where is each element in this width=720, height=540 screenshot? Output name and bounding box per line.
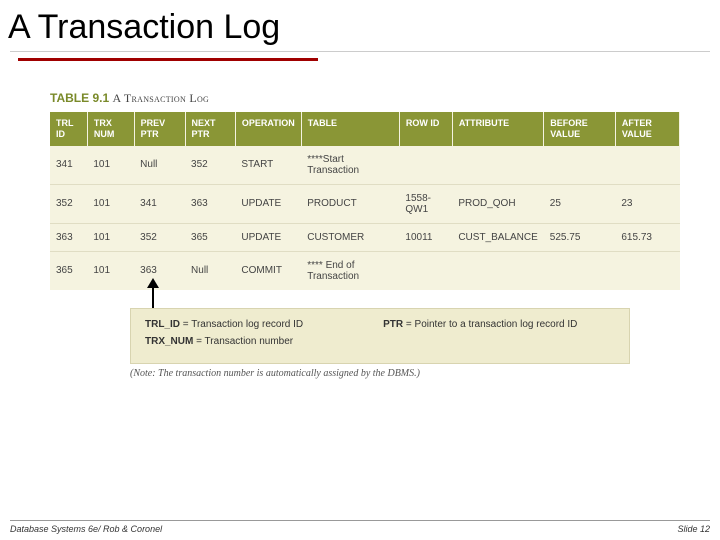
th-next-ptr: NEXT PTR xyxy=(185,112,235,146)
cell: **** End of Transaction xyxy=(301,251,399,290)
th-after: AFTER VALUE xyxy=(615,112,679,146)
cell xyxy=(615,146,679,185)
table-title: A Transaction Log xyxy=(112,91,209,105)
figure-area: TABLE 9.1 A Transaction Log TRL ID TRX N… xyxy=(50,91,680,379)
th-prev-ptr: PREV PTR xyxy=(134,112,185,146)
table-row: 352 101 341 363 UPDATE PRODUCT 1558-QW1 … xyxy=(50,184,680,223)
table-number: TABLE 9.1 xyxy=(50,91,109,105)
legend-box: TRL_ID = Transaction log record ID PTR =… xyxy=(130,308,630,364)
cell: 10011 xyxy=(399,223,452,251)
footer-line xyxy=(10,520,710,521)
cell: UPDATE xyxy=(235,184,301,223)
cell xyxy=(399,146,452,185)
accent-line xyxy=(18,58,318,61)
cell xyxy=(452,146,543,185)
table-caption: TABLE 9.1 A Transaction Log xyxy=(50,91,680,106)
cell: 363 xyxy=(50,223,87,251)
cell: 101 xyxy=(87,146,134,185)
cell: UPDATE xyxy=(235,223,301,251)
cell: START xyxy=(235,146,301,185)
page-title: A Transaction Log xyxy=(0,0,720,51)
cell: CUSTOMER xyxy=(301,223,399,251)
title-underline xyxy=(10,51,710,52)
cell: Null xyxy=(185,251,235,290)
legend-trx-label: TRX_NUM xyxy=(145,336,193,347)
cell: 525.75 xyxy=(544,223,616,251)
legend-trl: TRL_ID = Transaction log record ID xyxy=(145,319,303,330)
cell: PROD_QOH xyxy=(452,184,543,223)
cell: 1558-QW1 xyxy=(399,184,452,223)
table-header-row: TRL ID TRX NUM PREV PTR NEXT PTR OPERATI… xyxy=(50,112,680,146)
cell: 363 xyxy=(185,184,235,223)
th-attribute: ATTRIBUTE xyxy=(452,112,543,146)
cell: 23 xyxy=(615,184,679,223)
legend-trx: TRX_NUM = Transaction number xyxy=(145,336,615,347)
th-row-id: ROW ID xyxy=(399,112,452,146)
th-operation: OPERATION xyxy=(235,112,301,146)
legend-trl-label: TRL_ID xyxy=(145,319,180,330)
cell: ****Start Transaction xyxy=(301,146,399,185)
cell: 25 xyxy=(544,184,616,223)
legend-ptr-label: PTR xyxy=(383,319,403,330)
cell: 101 xyxy=(87,184,134,223)
th-before: BEFORE VALUE xyxy=(544,112,616,146)
cell: 352 xyxy=(50,184,87,223)
cell: Null xyxy=(134,146,185,185)
cell: 101 xyxy=(87,251,134,290)
cell: 615.73 xyxy=(615,223,679,251)
cell: 352 xyxy=(185,146,235,185)
legend-trx-def: = Transaction number xyxy=(193,336,293,347)
legend-ptr: PTR = Pointer to a transaction log recor… xyxy=(383,319,577,330)
cell: COMMIT xyxy=(235,251,301,290)
legend-trl-def: = Transaction log record ID xyxy=(180,319,303,330)
footer: Database Systems 6e/ Rob & Coronel Slide… xyxy=(0,520,720,534)
cell xyxy=(399,251,452,290)
cell xyxy=(544,146,616,185)
legend-ptr-def: = Pointer to a transaction log record ID xyxy=(403,319,577,330)
table-row: 363 101 352 365 UPDATE CUSTOMER 10011 CU… xyxy=(50,223,680,251)
th-table: TABLE xyxy=(301,112,399,146)
cell: 352 xyxy=(134,223,185,251)
cell xyxy=(615,251,679,290)
footer-right: Slide 12 xyxy=(677,524,710,534)
th-trl-id: TRL ID xyxy=(50,112,87,146)
cell: 341 xyxy=(50,146,87,185)
cell: 101 xyxy=(87,223,134,251)
cell: PRODUCT xyxy=(301,184,399,223)
footer-left: Database Systems 6e/ Rob & Coronel xyxy=(10,524,162,534)
cell: 365 xyxy=(185,223,235,251)
transaction-log-table: TRL ID TRX NUM PREV PTR NEXT PTR OPERATI… xyxy=(50,112,680,290)
cell: 365 xyxy=(50,251,87,290)
cell: 341 xyxy=(134,184,185,223)
cell: 363 xyxy=(134,251,185,290)
table-row: 341 101 Null 352 START ****Start Transac… xyxy=(50,146,680,185)
cell: CUST_BALANCE xyxy=(452,223,543,251)
cell xyxy=(544,251,616,290)
th-trx-num: TRX NUM xyxy=(87,112,134,146)
table-row: 365 101 363 Null COMMIT **** End of Tran… xyxy=(50,251,680,290)
cell xyxy=(452,251,543,290)
legend-note: (Note: The transaction number is automat… xyxy=(130,368,680,379)
